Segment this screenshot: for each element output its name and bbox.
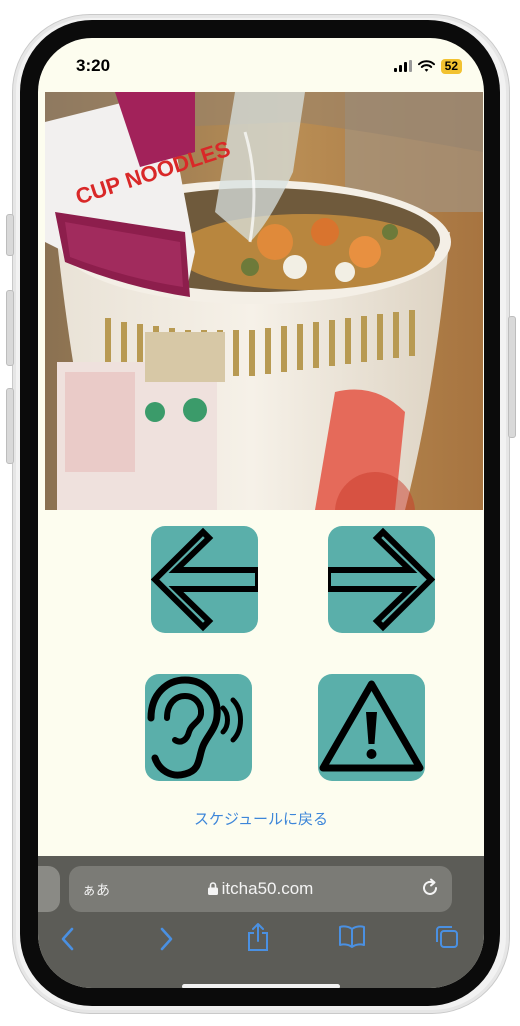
back-icon[interactable] bbox=[60, 926, 76, 952]
browser-bar: ぁあ itcha50.com bbox=[38, 856, 484, 988]
reload-icon[interactable] bbox=[420, 878, 440, 898]
volume-down-button bbox=[6, 388, 14, 464]
home-indicator bbox=[182, 984, 340, 988]
volume-up-button bbox=[6, 290, 14, 366]
mute-switch bbox=[6, 214, 14, 256]
next-button[interactable] bbox=[328, 526, 435, 633]
previous-tab-stub[interactable] bbox=[38, 866, 60, 912]
prev-button[interactable] bbox=[151, 526, 258, 633]
tabs-icon[interactable] bbox=[434, 924, 460, 950]
url-text: itcha50.com bbox=[221, 879, 314, 898]
arrow-left-icon bbox=[151, 527, 258, 632]
ear-icon bbox=[147, 676, 243, 779]
battery-indicator: 52 bbox=[440, 58, 462, 74]
status-bar: 3:20 52 bbox=[38, 38, 484, 92]
browser-toolbar bbox=[38, 922, 484, 956]
signal-icon bbox=[393, 60, 412, 72]
address-bar[interactable]: ぁあ itcha50.com bbox=[69, 866, 452, 912]
back-to-schedule-link[interactable]: スケジュールに戻る bbox=[38, 808, 484, 829]
url-display: itcha50.com bbox=[69, 879, 452, 899]
cup-noodle-photo: CUP NOODLES bbox=[45, 92, 483, 510]
share-icon[interactable] bbox=[246, 922, 270, 952]
warning-icon bbox=[319, 680, 424, 772]
wifi-icon bbox=[417, 60, 435, 72]
forward-icon[interactable] bbox=[158, 926, 174, 952]
lock-icon bbox=[207, 882, 218, 895]
status-icons: 52 bbox=[393, 58, 462, 74]
arrow-right-icon bbox=[328, 527, 435, 632]
power-button bbox=[508, 316, 516, 438]
warning-button[interactable] bbox=[318, 674, 425, 781]
screen: 3:20 52 CUP NOODLES スケジュールに戻る ぁあ itcha50… bbox=[38, 38, 484, 988]
bookmarks-icon[interactable] bbox=[338, 924, 366, 948]
listen-button[interactable] bbox=[145, 674, 252, 781]
status-time: 3:20 bbox=[76, 56, 111, 75]
